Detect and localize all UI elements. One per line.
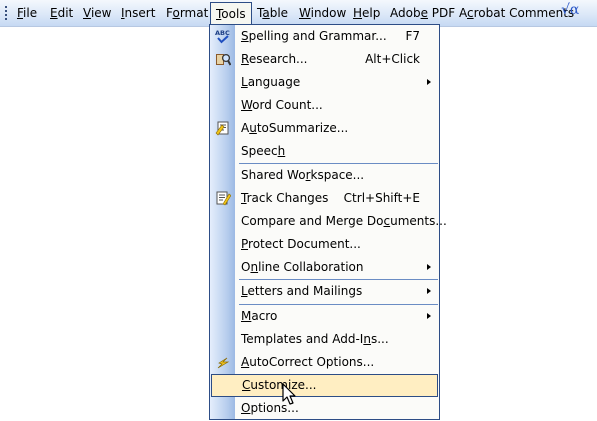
spelling-abc-check-icon: ABC [215, 29, 230, 44]
menu-item-macro[interactable]: Macro [210, 305, 439, 328]
tools-dropdown-menu: ABC Spelling and Grammar... F7 Research..… [209, 24, 447, 420]
submenu-arrow-icon [427, 264, 431, 270]
menu-item-compare-and-merge-documents[interactable]: Compare and Merge Documents... [210, 210, 447, 233]
equation-sqrt-alpha-icon[interactable]: √α [561, 2, 579, 18]
menu-item-shared-workspace[interactable]: Shared Workspace... [210, 164, 439, 187]
mouse-pointer-icon [282, 383, 296, 405]
menu-item-research[interactable]: Research... Alt+Click [210, 48, 439, 71]
menu-edit[interactable]: Edit [50, 5, 73, 21]
menu-adobe-pdf[interactable]: Adobe PDF [390, 5, 455, 21]
menu-format[interactable]: Format [166, 5, 208, 21]
autosummarize-icon [215, 121, 229, 136]
menu-item-speech[interactable]: Speech [210, 140, 439, 163]
toolbar-grip-handle[interactable] [5, 6, 8, 20]
menu-view[interactable]: View [83, 5, 111, 21]
menu-insert[interactable]: Insert [121, 5, 155, 21]
menu-bar: File Edit View Insert Format Tools Table… [0, 0, 597, 27]
menu-item-track-changes[interactable]: Track Changes Ctrl+Shift+E [210, 187, 439, 210]
menu-window[interactable]: Window [299, 5, 346, 21]
menu-item-templates-and-add-ins[interactable]: Templates and Add-Ins... [210, 328, 439, 351]
menu-acrobat-comments[interactable]: Acrobat Comments [459, 5, 574, 21]
menu-item-word-count[interactable]: Word Count... [210, 94, 439, 117]
menu-help[interactable]: Help [353, 5, 380, 21]
submenu-arrow-icon [427, 313, 431, 319]
menu-item-online-collaboration[interactable]: Online Collaboration [210, 256, 439, 279]
research-book-magnifier-icon [216, 53, 231, 66]
menu-item-autosummarize[interactable]: AutoSummarize... [210, 117, 439, 140]
menu-item-protect-document[interactable]: Protect Document... [210, 233, 439, 256]
track-changes-icon [216, 191, 231, 206]
menu-item-letters-and-mailings[interactable]: Letters and Mailings [210, 280, 439, 303]
menu-item-customize[interactable]: Customize... [211, 374, 438, 397]
autocorrect-lightning-icon [217, 357, 230, 369]
menu-item-options[interactable]: Options... [210, 397, 439, 420]
menu-table[interactable]: Table [257, 5, 288, 21]
menu-item-autocorrect-options[interactable]: AutoCorrect Options... [210, 351, 439, 374]
menu-item-spelling-and-grammar[interactable]: ABC Spelling and Grammar... F7 [210, 25, 439, 48]
menu-tools[interactable]: Tools [210, 2, 252, 24]
submenu-arrow-icon [427, 79, 431, 85]
submenu-arrow-icon [427, 288, 431, 294]
menu-item-language[interactable]: Language [210, 71, 439, 94]
menu-file[interactable]: File [17, 5, 37, 21]
